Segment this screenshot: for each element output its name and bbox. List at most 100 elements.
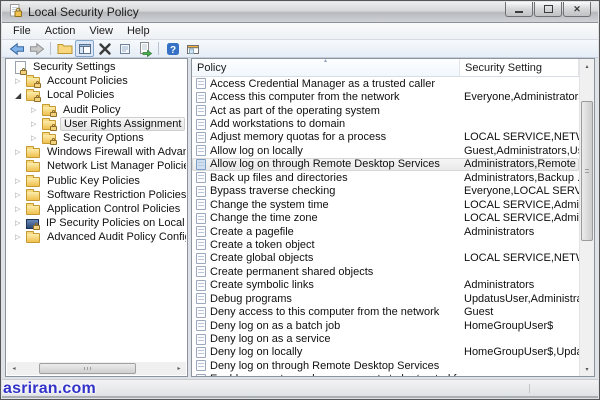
list-row-change-the-system-time[interactable]: Change the system timeLOCAL SERVICE,Admi…	[192, 198, 579, 211]
console-tree-pane: Security Settings▷Account Policies◢Local…	[5, 58, 188, 377]
policy-document-icon	[196, 266, 206, 277]
vertical-scroll-thumb[interactable]	[581, 101, 593, 241]
collapsed-expander-icon[interactable]: ▷	[15, 205, 26, 213]
security-policy-icon	[8, 3, 23, 21]
close-button[interactable]	[563, 2, 591, 17]
column-header-policy[interactable]: Policy ▴	[192, 59, 460, 76]
back-button[interactable]	[7, 40, 26, 57]
show-console-tree-button[interactable]	[75, 40, 94, 57]
properties-button[interactable]	[115, 40, 134, 57]
collapsed-expander-icon[interactable]: ▷	[15, 177, 26, 185]
lock-overlay-icon	[50, 126, 57, 131]
tree-item-windows-firewall-with-advanced-security[interactable]: ▷Windows Firewall with Advanced Security	[7, 145, 186, 159]
scroll-down-arrow-icon[interactable]	[580, 362, 594, 376]
policy-name: Adjust memory quotas for a process	[210, 131, 460, 143]
scroll-up-arrow-icon[interactable]	[580, 59, 594, 73]
maximize-button[interactable]	[534, 2, 562, 17]
list-row-deny-log-on-locally[interactable]: Deny log on locallyHomeGroupUser$,Upda..…	[192, 346, 579, 359]
list-row-debug-programs[interactable]: Debug programsUpdatusUser,Administra...	[192, 292, 579, 305]
tree-item-security-options[interactable]: ▷ Security Options	[7, 131, 186, 145]
expanded-expander-icon[interactable]: ◢	[15, 91, 26, 100]
list-row-create-a-token-object[interactable]: Create a token object	[192, 238, 579, 251]
window-controls	[505, 2, 591, 17]
security-setting-value: Everyone,LOCAL SERVIC...	[460, 185, 579, 197]
folder-icon	[42, 134, 56, 144]
menu-action[interactable]: Action	[38, 24, 83, 38]
lock-overlay-icon	[20, 70, 27, 75]
tree-item-advanced-audit-policy-configuration[interactable]: ▷Advanced Audit Policy Configuration	[7, 230, 186, 244]
policy-name: Change the system time	[210, 199, 460, 211]
list-row-back-up-files-and-directories[interactable]: Back up files and directoriesAdministrat…	[192, 171, 579, 184]
horizontal-scroll-track[interactable]	[21, 362, 172, 375]
list-row-allow-log-on-through-remote-desktop-servic[interactable]: Allow log on through Remote Desktop Serv…	[192, 158, 579, 171]
folder-icon	[26, 205, 40, 215]
policy-column-label: Policy	[197, 62, 226, 74]
menu-help[interactable]: Help	[120, 24, 157, 38]
help-button[interactable]: ?	[163, 40, 182, 57]
tree-item-software-restriction-policies[interactable]: ▷Software Restriction Policies	[7, 188, 186, 202]
horizontal-scroll-thumb[interactable]	[39, 363, 136, 374]
tree-item-label: User Rights Assignment	[60, 117, 185, 131]
collapsed-expander-icon[interactable]: ▷	[15, 233, 26, 241]
list-row-deny-log-on-as-a-batch-job[interactable]: Deny log on as a batch jobHomeGroupUser$	[192, 319, 579, 332]
collapsed-expander-icon[interactable]: ▷	[15, 148, 26, 156]
up-one-level-button[interactable]	[55, 40, 74, 57]
list-row-enable-computer-and-user-accounts-to-be-tr[interactable]: Enable computer and user accounts to be …	[192, 373, 579, 376]
tree-item-security-settings[interactable]: Security Settings	[7, 60, 186, 74]
folder-icon	[26, 91, 40, 101]
collapsed-expander-icon[interactable]: ▷	[15, 77, 26, 85]
column-header-security-setting[interactable]: Security Setting	[460, 59, 579, 76]
list-row-deny-log-on-through-remote-desktop-service[interactable]: Deny log on through Remote Desktop Servi…	[192, 359, 579, 372]
collapsed-expander-icon[interactable]: ▷	[31, 120, 42, 128]
policy-document-icon	[196, 172, 206, 183]
list-row-access-this-computer-from-the-network[interactable]: Access this computer from the networkEve…	[192, 90, 579, 103]
list-row-create-a-pagefile[interactable]: Create a pagefileAdministrators	[192, 225, 579, 238]
menu-view[interactable]: View	[82, 24, 120, 38]
collapsed-expander-icon[interactable]: ▷	[31, 134, 42, 142]
list-row-create-global-objects[interactable]: Create global objectsLOCAL SERVICE,NETWO…	[192, 252, 579, 265]
collapsed-expander-icon[interactable]: ▷	[15, 219, 26, 227]
list-row-create-symbolic-links[interactable]: Create symbolic linksAdministrators	[192, 279, 579, 292]
collapsed-expander-icon[interactable]: ▷	[15, 191, 26, 199]
list-row-allow-log-on-locally[interactable]: Allow log on locallyGuest,Administrators…	[192, 144, 579, 157]
security-setting-value: Guest,Administrators,Us...	[460, 145, 579, 157]
policy-document-icon	[196, 239, 206, 250]
list-row-act-as-part-of-the-operating-system[interactable]: Act as part of the operating system	[192, 104, 579, 117]
vertical-scroll-track[interactable]	[580, 73, 594, 362]
policy-name: Access this computer from the network	[210, 91, 460, 103]
tree-item-network-list-manager-policies[interactable]: Network List Manager Policies	[7, 159, 186, 173]
list-row-deny-access-to-this-computer-from-the-netw[interactable]: Deny access to this computer from the ne…	[192, 305, 579, 318]
tree-item-application-control-policies[interactable]: ▷Application Control Policies	[7, 202, 186, 216]
list-row-create-permanent-shared-objects[interactable]: Create permanent shared objects	[192, 265, 579, 278]
new-window-button[interactable]	[183, 40, 202, 57]
list-row-change-the-time-zone[interactable]: Change the time zoneLOCAL SERVICE,Admini…	[192, 211, 579, 224]
forward-button[interactable]	[27, 40, 46, 57]
scroll-right-arrow-icon[interactable]	[172, 362, 186, 375]
horizontal-scrollbar[interactable]	[7, 362, 186, 375]
scroll-left-arrow-icon[interactable]	[7, 362, 21, 375]
tree-item-public-key-policies[interactable]: ▷Public Key Policies	[7, 174, 186, 188]
vertical-scrollbar[interactable]	[579, 59, 594, 376]
list-row-add-workstations-to-domain[interactable]: Add workstations to domain	[192, 117, 579, 130]
policy-name: Allow log on through Remote Desktop Serv…	[210, 158, 460, 170]
tree-item-label: Audit Policy	[60, 104, 123, 116]
delete-button[interactable]	[95, 40, 114, 57]
tree-item-account-policies[interactable]: ▷Account Policies	[7, 74, 186, 88]
toolbar: ?	[2, 40, 598, 58]
tree-item-label: Security Options	[60, 132, 147, 144]
list-row-access-credential-manager-as-a-trusted-cal[interactable]: Access Credential Manager as a trusted c…	[192, 77, 579, 90]
security-setting-column-label: Security Setting	[465, 62, 542, 74]
folder-icon	[42, 106, 56, 116]
collapsed-expander-icon[interactable]: ▷	[31, 106, 42, 114]
list-row-bypass-traverse-checking[interactable]: Bypass traverse checkingEveryone,LOCAL S…	[192, 185, 579, 198]
tree-item-audit-policy[interactable]: ▷ Audit Policy	[7, 103, 186, 117]
menu-file[interactable]: File	[6, 24, 38, 38]
tree-item-user-rights-assignment[interactable]: ▷ User Rights Assignment	[7, 117, 186, 131]
export-list-button[interactable]	[135, 40, 154, 57]
list-row-adjust-memory-quotas-for-a-process[interactable]: Adjust memory quotas for a processLOCAL …	[192, 131, 579, 144]
policy-name: Deny access to this computer from the ne…	[210, 306, 460, 318]
tree-item-local-policies[interactable]: ◢Local Policies	[7, 88, 186, 102]
tree-item-ip-security-policies-on-local-computer[interactable]: ▷IP Security Policies on Local Computer	[7, 216, 186, 230]
minimize-button[interactable]	[505, 2, 533, 17]
list-row-deny-log-on-as-a-service[interactable]: Deny log on as a service	[192, 332, 579, 345]
